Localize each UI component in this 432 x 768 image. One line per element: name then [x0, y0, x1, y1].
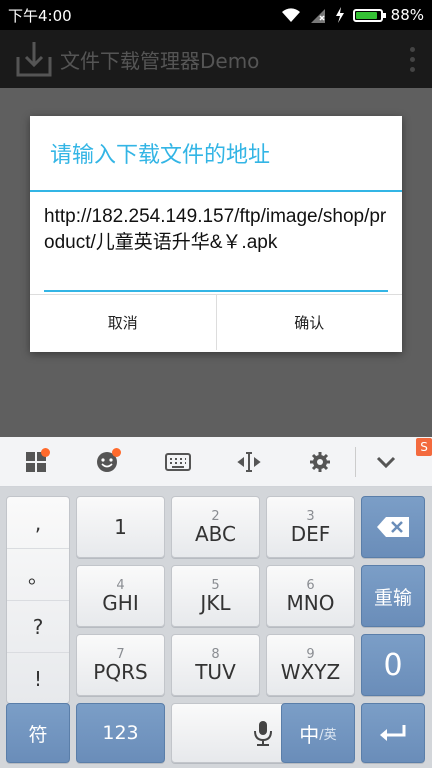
download-icon: [16, 42, 52, 77]
punct-key[interactable]: ?: [7, 601, 69, 653]
settings-button[interactable]: [284, 437, 355, 487]
dialog-body: http://182.254.149.157/ftp/image/shop/pr…: [30, 192, 402, 294]
keyboard-switch-button[interactable]: [142, 437, 213, 487]
key-2[interactable]: 2 ABC: [171, 496, 260, 558]
dialog-title: 请输入下载文件的地址: [30, 116, 402, 192]
cursor-button[interactable]: [213, 437, 284, 487]
key-0[interactable]: 0: [361, 634, 425, 696]
apps-button[interactable]: [0, 437, 71, 487]
cursor-icon: [236, 451, 261, 472]
punctuation-column: , 。 ? !: [6, 496, 70, 704]
gear-icon: [309, 451, 330, 472]
backspace-button[interactable]: [361, 496, 425, 558]
notification-dot: [41, 447, 50, 457]
enter-button[interactable]: [361, 703, 425, 763]
keyboard-icon: [164, 452, 191, 471]
charging-icon: [335, 7, 344, 23]
confirm-button[interactable]: 确认: [215, 295, 403, 350]
punct-key[interactable]: ,: [7, 497, 69, 549]
status-icons: 88%: [281, 6, 424, 24]
dialog-buttons: 取消 确认: [30, 294, 402, 350]
enter-icon: [380, 725, 406, 741]
chevron-down-icon: [376, 456, 396, 468]
punct-key[interactable]: 。: [7, 549, 69, 601]
emoji-button[interactable]: [71, 437, 142, 487]
action-bar: 文件下载管理器Demo: [0, 30, 432, 88]
key-5[interactable]: 5 JKL: [171, 565, 260, 627]
key-1[interactable]: 1: [76, 496, 165, 558]
status-time: 下午4:00: [8, 6, 72, 25]
key-3[interactable]: 3 DEF: [266, 496, 355, 558]
signal-icon: [310, 9, 325, 23]
keyboard-toolbar: [0, 437, 432, 487]
sogou-logo-icon: S: [416, 438, 432, 456]
number-mode-button[interactable]: 123: [76, 703, 165, 763]
battery-icon: [352, 8, 386, 22]
url-input[interactable]: http://182.254.149.157/ftp/image/shop/pr…: [44, 204, 388, 292]
keyboard: , 。 ? ! 1 2 ABC 3 DEF 4 GHI 5 JKL 6 MNO …: [0, 487, 432, 768]
hide-keyboard-button[interactable]: [356, 437, 416, 487]
key-9[interactable]: 9 WXYZ: [266, 634, 355, 696]
backspace-icon: [377, 517, 409, 537]
key-4[interactable]: 4 GHI: [76, 565, 165, 627]
key-8[interactable]: 8 TUV: [171, 634, 260, 696]
overflow-menu-icon[interactable]: [392, 46, 432, 72]
microphone-icon: [254, 721, 272, 746]
status-bar: 下午4:00 88%: [0, 0, 432, 30]
url-dialog: 请输入下载文件的地址 http://182.254.149.157/ftp/im…: [30, 116, 402, 352]
language-switch-button[interactable]: 中 /英: [281, 703, 355, 763]
cancel-button[interactable]: 取消: [30, 295, 216, 350]
wifi-icon: [281, 8, 300, 22]
battery-level: [355, 11, 377, 19]
punct-key[interactable]: !: [7, 653, 69, 705]
reinput-button[interactable]: 重输: [361, 565, 425, 627]
notification-dot: [112, 447, 121, 457]
battery-percent: 88%: [390, 6, 424, 24]
key-7[interactable]: 7 PQRS: [76, 634, 165, 696]
symbol-button[interactable]: 符: [6, 703, 70, 763]
app-title: 文件下载管理器Demo: [60, 48, 260, 73]
key-6[interactable]: 6 MNO: [266, 565, 355, 627]
